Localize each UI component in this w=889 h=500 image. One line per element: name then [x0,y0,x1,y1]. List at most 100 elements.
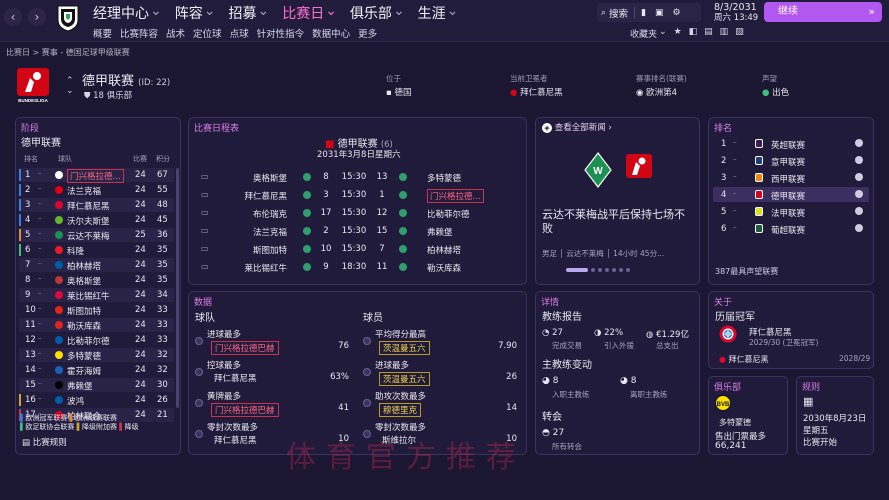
table-team[interactable]: 莱比锡红牛 [67,290,110,302]
chevron-icon[interactable]: ⌃ [66,76,74,86]
fixture-row[interactable]: ▭ 奥格斯堡 8 15:30 13 多特蒙德 [191,170,524,185]
table-team[interactable]: 弗赖堡 [67,380,93,392]
fixture-row[interactable]: ▭ 布伦瑞克 17 15:30 12 比勒菲尔德 [191,206,524,221]
fixture-row[interactable]: ▭ 斯图加特 10 15:30 7 柏林赫塔 [191,242,524,257]
fixture-away[interactable]: 比勒菲尔德 [427,208,470,220]
pager-dot[interactable] [598,268,602,272]
table-team[interactable]: 拜仁慕尼黑 [67,200,110,212]
table-row[interactable]: 6– 科隆 24 35 [19,243,174,257]
table-team[interactable]: 斯图加特 [67,305,101,317]
fixture-away[interactable]: 柏林赫塔 [427,244,461,256]
news-headline[interactable]: 云达不莱梅战平后保持七场不败 [542,208,694,236]
table-team[interactable]: 波鸿 [67,395,84,407]
pager-dot[interactable] [605,268,609,272]
club-team[interactable]: 多特蒙德 [719,417,751,428]
stat-item[interactable]: 进球最多 门兴格拉德巴赫 76 [193,328,353,356]
news-link[interactable]: ◈ 查看全部新闻 › [542,121,612,133]
table-row[interactable]: 4– 沃尔夫斯堡 24 45 [19,213,174,227]
pager-dot[interactable] [619,268,623,272]
fixture-home[interactable]: 布伦瑞克 [211,208,287,220]
submenu-more[interactable]: 更多 [358,26,377,40]
table-row[interactable]: 9– 莱比锡红牛 24 34 [19,288,174,302]
holder-value[interactable]: ● 拜仁慕尼黑 [510,86,563,98]
table-row[interactable]: 11– 勒沃库森 24 33 [19,318,174,332]
ranking-league[interactable]: 英超联赛 [771,139,805,151]
table-row[interactable]: 15– 弗赖堡 24 30 [19,378,174,392]
table-team[interactable]: 奥格斯堡 [67,275,101,287]
stat-item[interactable]: 黄牌最多 门兴格拉德巴赫 41 [193,390,353,418]
menu-recruit[interactable]: 招募 [228,3,256,23]
document-icon[interactable]: ▥ [720,27,729,40]
fixture-away[interactable]: 多特蒙德 [427,172,461,184]
lock-icon[interactable]: ▨ [735,27,744,40]
table-row[interactable]: 2– 法兰克福 24 55 [19,183,174,197]
pager-dot[interactable] [591,268,595,272]
fixture-home[interactable]: 拜仁慕尼黑 [211,190,287,202]
fixture-row[interactable]: ▭ 拜仁慕尼黑 3 15:30 1 门兴格拉德... [191,188,524,203]
bookmark-icon[interactable]: ▮ [641,8,646,18]
table-row[interactable]: 5– 云达不莱梅 25 36 [19,228,174,242]
table-row[interactable]: 13– 多特蒙德 24 32 [19,348,174,362]
stat-name[interactable]: 茨温曼五六 [379,341,430,355]
stat-item[interactable]: 控球最多 拜仁慕尼黑 63% [193,359,353,387]
fixture-home[interactable]: 法兰克福 [211,226,287,238]
table-row[interactable]: 1– 门兴格拉德... 24 67 [19,168,174,183]
table-team[interactable]: 云达不莱梅 [67,230,110,242]
search-box[interactable]: ⌕ 搜索 ▮ ▣ ⚙ [597,3,701,22]
stat-name[interactable]: 拜仁慕尼黑 [211,372,260,384]
table-row[interactable]: 16– 波鸿 24 26 [19,393,174,407]
menu-career[interactable]: 生涯 [418,3,446,23]
ranking-row[interactable]: 3– 西甲联赛 [713,170,869,185]
submenu-tactics[interactable]: 战术 [166,26,185,40]
ranking-league[interactable]: 意甲联赛 [771,156,805,168]
back-icon[interactable]: ‹ [4,8,22,26]
submenu-penalties[interactable]: 点球 [230,26,249,40]
table-row[interactable]: 3– 拜仁慕尼黑 24 48 [19,198,174,212]
stat-name[interactable]: 门兴格拉德巴赫 [211,403,279,417]
champion-2-team[interactable]: ● 拜仁慕尼黑 [719,354,769,365]
table-team[interactable]: 沃尔夫斯堡 [67,215,110,227]
table-row[interactable]: 8– 奥格斯堡 24 35 [19,273,174,287]
ranking-row[interactable]: 1– 英超联赛 [713,136,869,151]
ranking-league[interactable]: 法甲联赛 [771,207,805,219]
news-pager[interactable] [566,268,630,272]
stat-item[interactable]: 进球最多 茨温曼五六 26 [361,359,521,387]
stat-name[interactable]: 门兴格拉德巴赫 [211,341,279,355]
table-team[interactable]: 法兰克福 [67,185,101,197]
table-row[interactable]: 14– 霍芬海姆 24 32 [19,363,174,377]
fixture-away[interactable]: 门兴格拉德... [427,189,484,203]
pager-dot[interactable] [626,268,630,272]
shirt-icon[interactable]: ◧ [689,27,698,40]
fixture-row[interactable]: ▭ 莱比锡红牛 9 18:30 11 勒沃库森 [191,260,524,275]
table-team[interactable]: 科隆 [67,245,84,257]
star-icon[interactable]: ★ [674,27,682,40]
table-row[interactable]: 12– 比勒菲尔德 24 33 [19,333,174,347]
club-logo-icon[interactable] [56,4,80,32]
continue-button[interactable]: 继续 » [764,2,882,22]
menu-matchday[interactable]: 比赛日 [282,3,324,23]
menu-manager-center[interactable]: 经理中心 [93,3,149,23]
fixture-home[interactable]: 莱比锡红牛 [211,262,287,274]
stat-name[interactable]: 穆德里克 [379,403,422,417]
table-team[interactable]: 勒沃库森 [67,320,101,332]
ranking-row[interactable]: 4– 德甲联赛 [713,187,869,202]
clipboard-icon[interactable]: ▤ [704,27,713,40]
menu-club[interactable]: 俱乐部 [350,3,392,23]
rules-link[interactable]: ▤ 比赛规则 [22,436,67,448]
table-team[interactable]: 比勒菲尔德 [67,335,110,347]
ranking-row[interactable]: 2– 意甲联赛 [713,153,869,168]
submenu-match-squad[interactable]: 比赛阵容 [120,26,158,40]
submenu-instructions[interactable]: 针对性指令 [257,26,305,40]
ranking-row[interactable]: 6– 葡超联赛 [713,221,869,236]
stat-item[interactable]: 助攻次数最多 穆德里克 14 [361,390,521,418]
fixture-row[interactable]: ▭ 法兰克福 2 15:30 15 弗赖堡 [191,224,524,239]
pager-dot[interactable] [612,268,616,272]
table-row[interactable]: 7– 柏林赫塔 24 35 [19,258,174,272]
ranking-row[interactable]: 5– 法甲联赛 [713,204,869,219]
inbox-icon[interactable]: ▣ [655,8,664,18]
favorites-link[interactable]: 收藏夹 [630,27,657,40]
scrollbar[interactable] [176,168,179,408]
submenu-data-center[interactable]: 数据中心 [312,26,350,40]
table-team[interactable]: 霍芬海姆 [67,365,101,377]
ranking-league[interactable]: 德甲联赛 [771,190,805,202]
